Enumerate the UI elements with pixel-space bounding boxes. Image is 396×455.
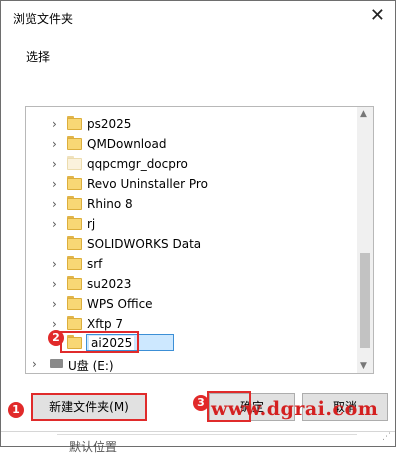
tree-item[interactable]: › su2023 [26,274,356,294]
browse-folder-dialog: 浏览文件夹 ✕ 选择 › ps2025 › QMDownload › qqpcm… [0,0,396,454]
folder-icon [67,276,83,290]
step-badge-2: 2 [48,330,64,346]
folder-icon [67,156,83,170]
close-icon[interactable]: ✕ [370,6,385,26]
tree-item-label: qqpcmgr_docpro [87,157,188,171]
watermark-text: www.dgrai.com [211,398,379,420]
tree-item[interactable]: SOLIDWORKS Data [26,234,356,254]
tree-item-drive[interactable]: › U盘 (E:) [26,354,356,373]
tree-item[interactable]: › qqpcmgr_docpro [26,154,356,174]
tree-item-label: WPS Office [87,297,153,311]
highlight-rename-box [60,331,139,353]
tree-item-label: srf [87,257,103,271]
step-badge-3: 3 [193,395,209,411]
drive-icon [50,359,63,368]
vertical-scrollbar[interactable]: ▲ ▼ [357,107,373,373]
folder-icon [67,316,83,330]
scrollbar-thumb[interactable] [360,253,370,348]
tree-item-label: rj [87,217,96,231]
folder-icon [67,196,83,210]
tree-item[interactable]: › srf [26,254,356,274]
tree-item[interactable]: › ps2025 [26,114,356,134]
chevron-right-icon[interactable]: › [52,196,57,212]
scroll-up-arrow-icon[interactable]: ▲ [360,109,367,119]
tree-item-label: Rhino 8 [87,197,133,211]
folder-icon [67,136,83,150]
folder-icon [67,256,83,270]
tree-item-label: SOLIDWORKS Data [87,237,202,251]
tree-item[interactable]: › QMDownload [26,134,356,154]
folder-icon [67,216,83,230]
tree-item-label: Revo Uninstaller Pro [87,177,208,191]
folder-icon [67,236,83,250]
dialog-title: 浏览文件夹 [13,12,74,26]
tree-item-label: Xftp 7 [87,317,124,331]
tree-item-label: QMDownload [87,137,167,151]
tree-item[interactable]: › WPS Office [26,294,356,314]
chevron-right-icon[interactable]: › [32,356,37,372]
chevron-right-icon[interactable]: › [52,276,57,292]
chevron-right-icon[interactable]: › [52,176,57,192]
dialog-description: 选择 [26,50,51,64]
folder-icon [67,116,83,130]
new-folder-button[interactable]: 新建文件夹(M) [31,393,147,421]
tree-item-label: U盘 (E:) [68,359,114,373]
tree-item[interactable]: › Rhino 8 [26,194,356,214]
scroll-down-arrow-icon[interactable]: ▼ [360,361,367,371]
resize-grip-icon[interactable]: ⋰ [382,432,391,442]
title-bar: 浏览文件夹 ✕ [1,1,395,34]
tree-item[interactable]: › Revo Uninstaller Pro [26,174,356,194]
chevron-right-icon[interactable]: › [52,156,57,172]
step-badge-1: 1 [8,402,24,418]
divider [1,431,395,432]
folder-icon [67,176,83,190]
tree-item[interactable]: › rj [26,214,356,234]
folder-icon [67,296,83,310]
chevron-right-icon[interactable]: › [52,136,57,152]
chevron-right-icon[interactable]: › [52,296,57,312]
tree-item-label: ps2025 [87,117,132,131]
chevron-right-icon[interactable]: › [52,216,57,232]
tree-item-label: su2023 [87,277,132,291]
chevron-right-icon[interactable]: › [52,116,57,132]
chevron-right-icon[interactable]: › [52,256,57,272]
